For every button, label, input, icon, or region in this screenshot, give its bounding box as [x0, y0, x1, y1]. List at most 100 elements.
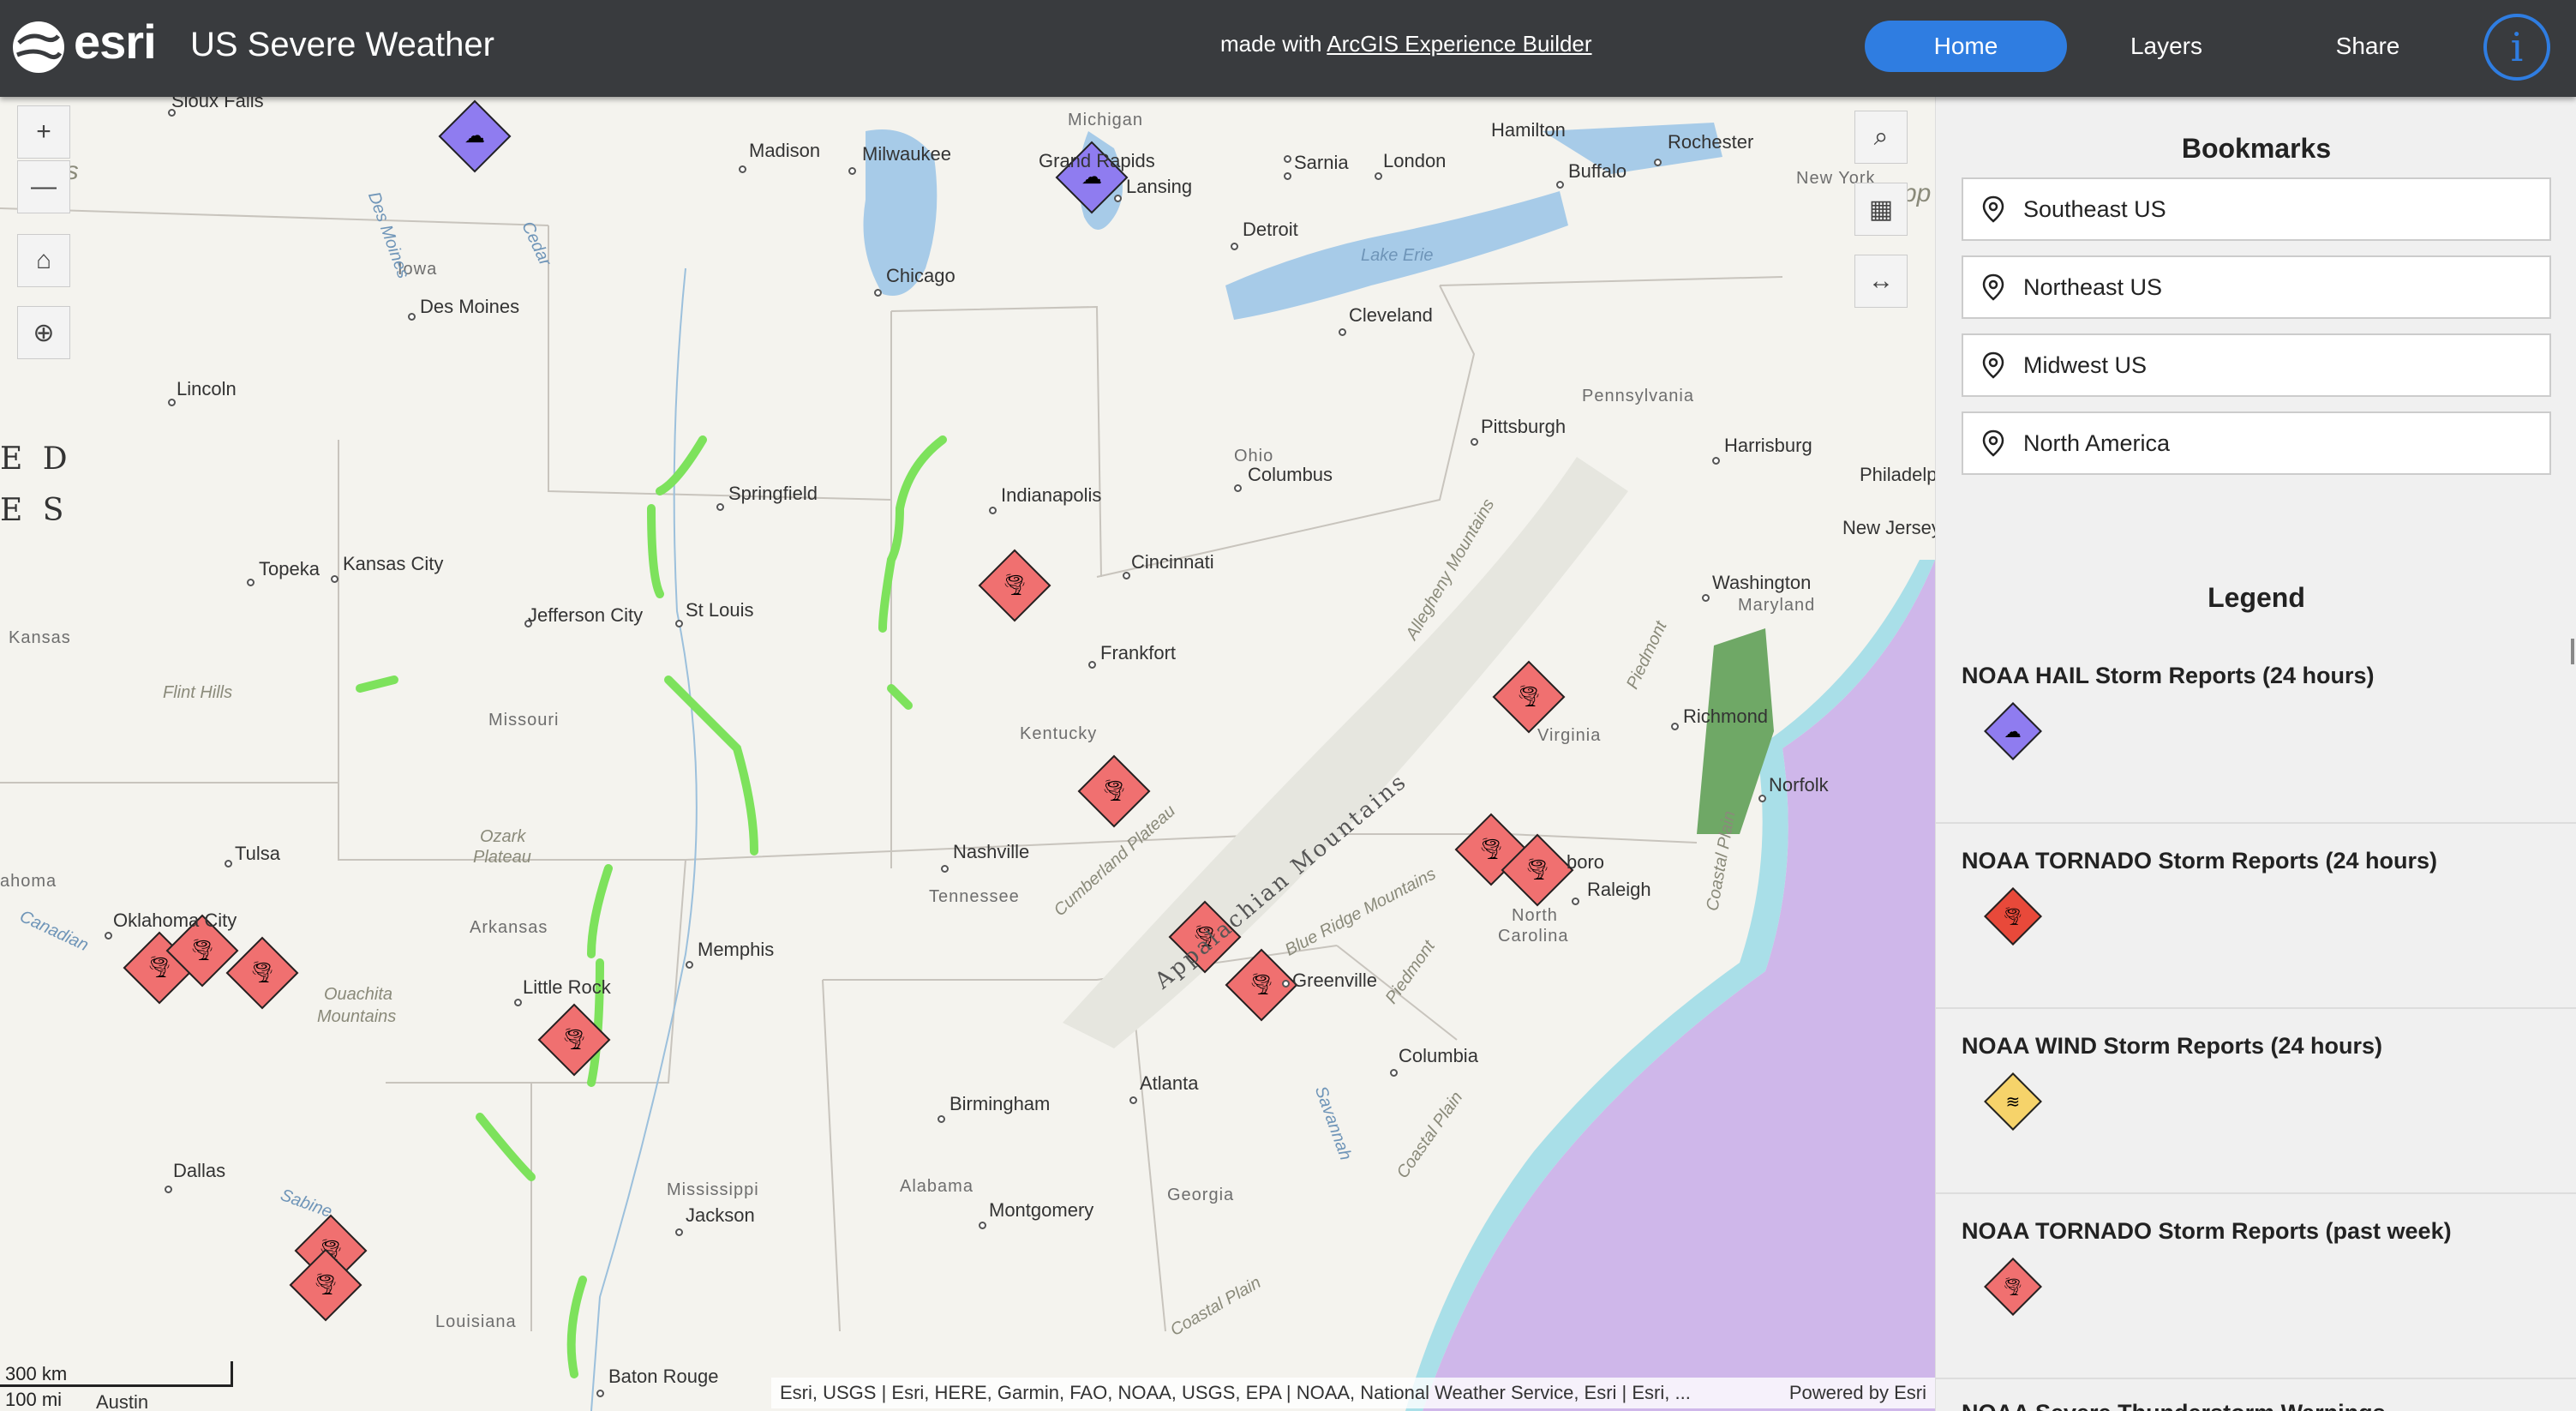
- city-dot: [1231, 243, 1238, 250]
- nav-layers-button[interactable]: Layers: [2065, 21, 2267, 72]
- city-label: Birmingham: [950, 1093, 1051, 1114]
- nav-share-button[interactable]: Share: [2267, 21, 2469, 72]
- legend-item-title: NOAA HAIL Storm Reports (24 hours): [1962, 663, 2375, 688]
- basemap-gallery-icon[interactable]: ▦: [1854, 183, 1908, 236]
- city-dot: [848, 167, 856, 175]
- state-label: Pennsylvania: [1582, 387, 1694, 405]
- city-label: Milwaukee: [862, 143, 951, 165]
- city-label: Hamilton: [1491, 119, 1566, 141]
- esri-globe-icon: [13, 21, 64, 73]
- measure-icon[interactable]: ↔: [1854, 255, 1908, 308]
- search-icon[interactable]: ⌕: [1854, 111, 1908, 164]
- city-label: Sarnia: [1294, 152, 1349, 173]
- city-label: Montgomery: [989, 1199, 1094, 1221]
- city-label: Cleveland: [1349, 304, 1433, 326]
- city-label: Little Rock: [523, 976, 611, 998]
- made-with-prefix: made with: [1220, 31, 1322, 57]
- home-icon[interactable]: ⌂: [17, 234, 70, 287]
- city-label: Philadelp: [1860, 464, 1935, 485]
- city-dot: [874, 289, 882, 297]
- state-label: Louisiana: [435, 1312, 517, 1331]
- legend-item-hail-24h: NOAA HAIL Storm Reports (24 hours) ☁: [1962, 663, 2561, 760]
- locate-icon[interactable]: ⊕: [17, 306, 70, 359]
- experience-builder-link[interactable]: ArcGIS Experience Builder: [1327, 31, 1591, 57]
- scale-km: 300 km: [0, 1361, 233, 1387]
- city-label: Baton Rouge: [608, 1366, 719, 1387]
- legend-item-title: NOAA TORNADO Storm Reports (past week): [1962, 1218, 2452, 1244]
- city-label: Cincinnati: [1131, 551, 1214, 573]
- city-label: Chicago: [886, 265, 956, 286]
- made-with-credit: made with ArcGIS Experience Builder: [1220, 31, 1592, 57]
- city-label: Washington: [1712, 572, 1812, 593]
- city-label: Pittsburgh: [1481, 416, 1567, 437]
- city-label: Richmond: [1683, 706, 1769, 727]
- state-label: ahoma: [0, 872, 57, 891]
- city-label: Kansas City: [343, 553, 444, 574]
- legend-item-title: NOAA TORNADO Storm Reports (24 hours): [1962, 848, 2438, 874]
- legend-item-title: NOAA Severe Thunderstorm Warnings: [1962, 1400, 2561, 1411]
- city-dot: [225, 860, 232, 868]
- city-dot: [1654, 159, 1662, 166]
- city-label: Des Moines: [420, 296, 520, 317]
- city-label: Memphis: [698, 939, 775, 960]
- city-dot: [1284, 155, 1291, 163]
- city-label: Oklahoma City: [113, 910, 237, 931]
- city-dot: [686, 961, 693, 969]
- city-label: Grand Rapids: [1039, 150, 1155, 171]
- zoom-out-button[interactable]: —: [17, 160, 70, 213]
- bookmark-midwest-us[interactable]: Midwest US: [1962, 333, 2551, 397]
- city-label: St Louis: [686, 599, 754, 621]
- city-dot: [1758, 795, 1766, 802]
- city-dot: [1390, 1069, 1398, 1077]
- city-dot: [1339, 328, 1346, 336]
- legend-item-thunderstorm-warnings: NOAA Severe Thunderstorm Warnings: [1962, 1400, 2561, 1411]
- city-label: Columbus: [1248, 464, 1333, 485]
- map-view[interactable]: + — ⌂ ⊕ ⌕ ▦ ↔ ☁ ☁ 🌪 🌪 🌪 🌪 🌪 🌪 🌪 🌪 🌪 🌪 🌪 …: [0, 97, 1935, 1411]
- state-label: Kansas: [9, 628, 71, 647]
- tornado-icon: 🌪: [1984, 887, 2042, 946]
- divider: [1936, 1192, 2576, 1194]
- city-dot: [675, 1228, 683, 1236]
- lake-label: Lake Erie: [1361, 246, 1434, 265]
- bookmark-label: Midwest US: [2023, 351, 2148, 378]
- legend-title: Legend: [2208, 582, 2305, 613]
- bookmark-southeast-us[interactable]: Southeast US: [1962, 177, 2551, 241]
- info-button[interactable]: i: [2483, 14, 2550, 81]
- city-dot: [331, 575, 338, 583]
- city-dot: [514, 999, 522, 1006]
- city-label: Indianapolis: [1001, 484, 1102, 506]
- divider: [1936, 822, 2576, 824]
- city-dot: [165, 1186, 172, 1193]
- app-title: US Severe Weather: [190, 26, 494, 63]
- terrain-label: Plateau: [473, 848, 531, 867]
- powered-by-esri[interactable]: Powered by Esri: [1789, 1382, 1926, 1404]
- legend-item-tornado-week: NOAA TORNADO Storm Reports (past week) 🌪: [1962, 1218, 2561, 1316]
- city-dot: [979, 1222, 986, 1229]
- city-dot: [168, 399, 176, 406]
- state-label: Tennessee: [929, 887, 1020, 906]
- bookmark-north-america[interactable]: North America: [1962, 411, 2551, 475]
- scale-mi: 100 mi: [5, 1389, 63, 1410]
- city-dot: [596, 1390, 604, 1397]
- zoom-in-button[interactable]: +: [17, 105, 70, 159]
- legend-item-title: NOAA WIND Storm Reports (24 hours): [1962, 1033, 2383, 1059]
- city-label: Rochester: [1668, 131, 1754, 153]
- bookmark-label: Northeast US: [2023, 273, 2163, 300]
- map-attribution: Esri, USGS | Esri, HERE, Garmin, FAO, NO…: [771, 1378, 1935, 1408]
- city-dot: [1129, 1096, 1137, 1104]
- bookmark-northeast-us[interactable]: Northeast US: [1962, 255, 2551, 319]
- state-label: Alabama: [900, 1177, 973, 1196]
- state-label: North: [1512, 906, 1558, 925]
- panel-scrollbar[interactable]: [2571, 639, 2574, 664]
- state-label: Arkansas: [470, 918, 548, 937]
- state-label: Georgia: [1167, 1186, 1235, 1204]
- city-dot: [1114, 195, 1122, 202]
- hail-icon: ☁: [1984, 702, 2042, 760]
- city-label: Atlanta: [1140, 1072, 1199, 1094]
- country-label: E S: [0, 493, 69, 528]
- city-dot: [938, 1115, 945, 1123]
- country-label: E D: [0, 441, 73, 477]
- state-label: New Jersey: [1842, 517, 1935, 538]
- map-pin-icon: [1963, 273, 2023, 301]
- nav-home-button[interactable]: Home: [1865, 21, 2067, 72]
